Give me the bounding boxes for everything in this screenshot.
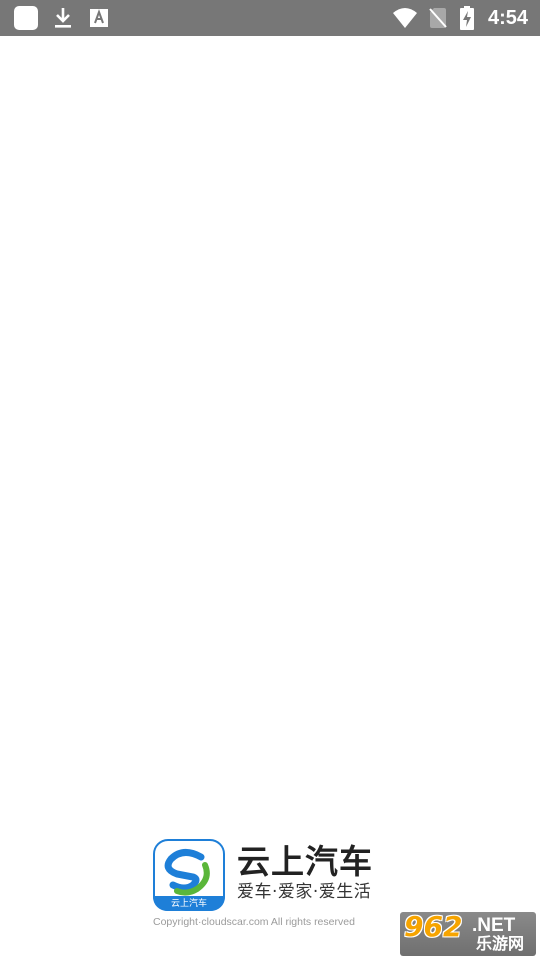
brand-name: 云上汽车 <box>237 842 373 881</box>
font-a-icon <box>88 0 110 36</box>
cloud-car-s-logo-icon: 云上汽车 <box>153 839 225 911</box>
battery-charging-icon <box>458 0 476 36</box>
brand-slogan: 爱车·爱家·爱生活 <box>237 882 372 902</box>
no-sim-icon <box>428 0 448 36</box>
status-bar: 4:54 <box>0 0 540 36</box>
watermark-chinese: 乐游网 <box>476 934 525 953</box>
logo-caption: 云上汽车 <box>170 899 207 909</box>
app-square-icon <box>12 0 40 36</box>
watermark-logo: 962 .NET 乐游网 <box>400 912 536 956</box>
download-icon <box>50 0 76 36</box>
copyright-text: Copyright·cloudscar.com All rights reser… <box>153 916 355 928</box>
watermark-number: 962 <box>404 910 463 943</box>
wifi-icon <box>392 0 418 36</box>
splash-screen <box>0 36 540 960</box>
clock-time: 4:54 <box>487 7 528 29</box>
brand-block: 云上汽车 云上汽车 爱车·爱家·爱生活 <box>153 839 393 911</box>
